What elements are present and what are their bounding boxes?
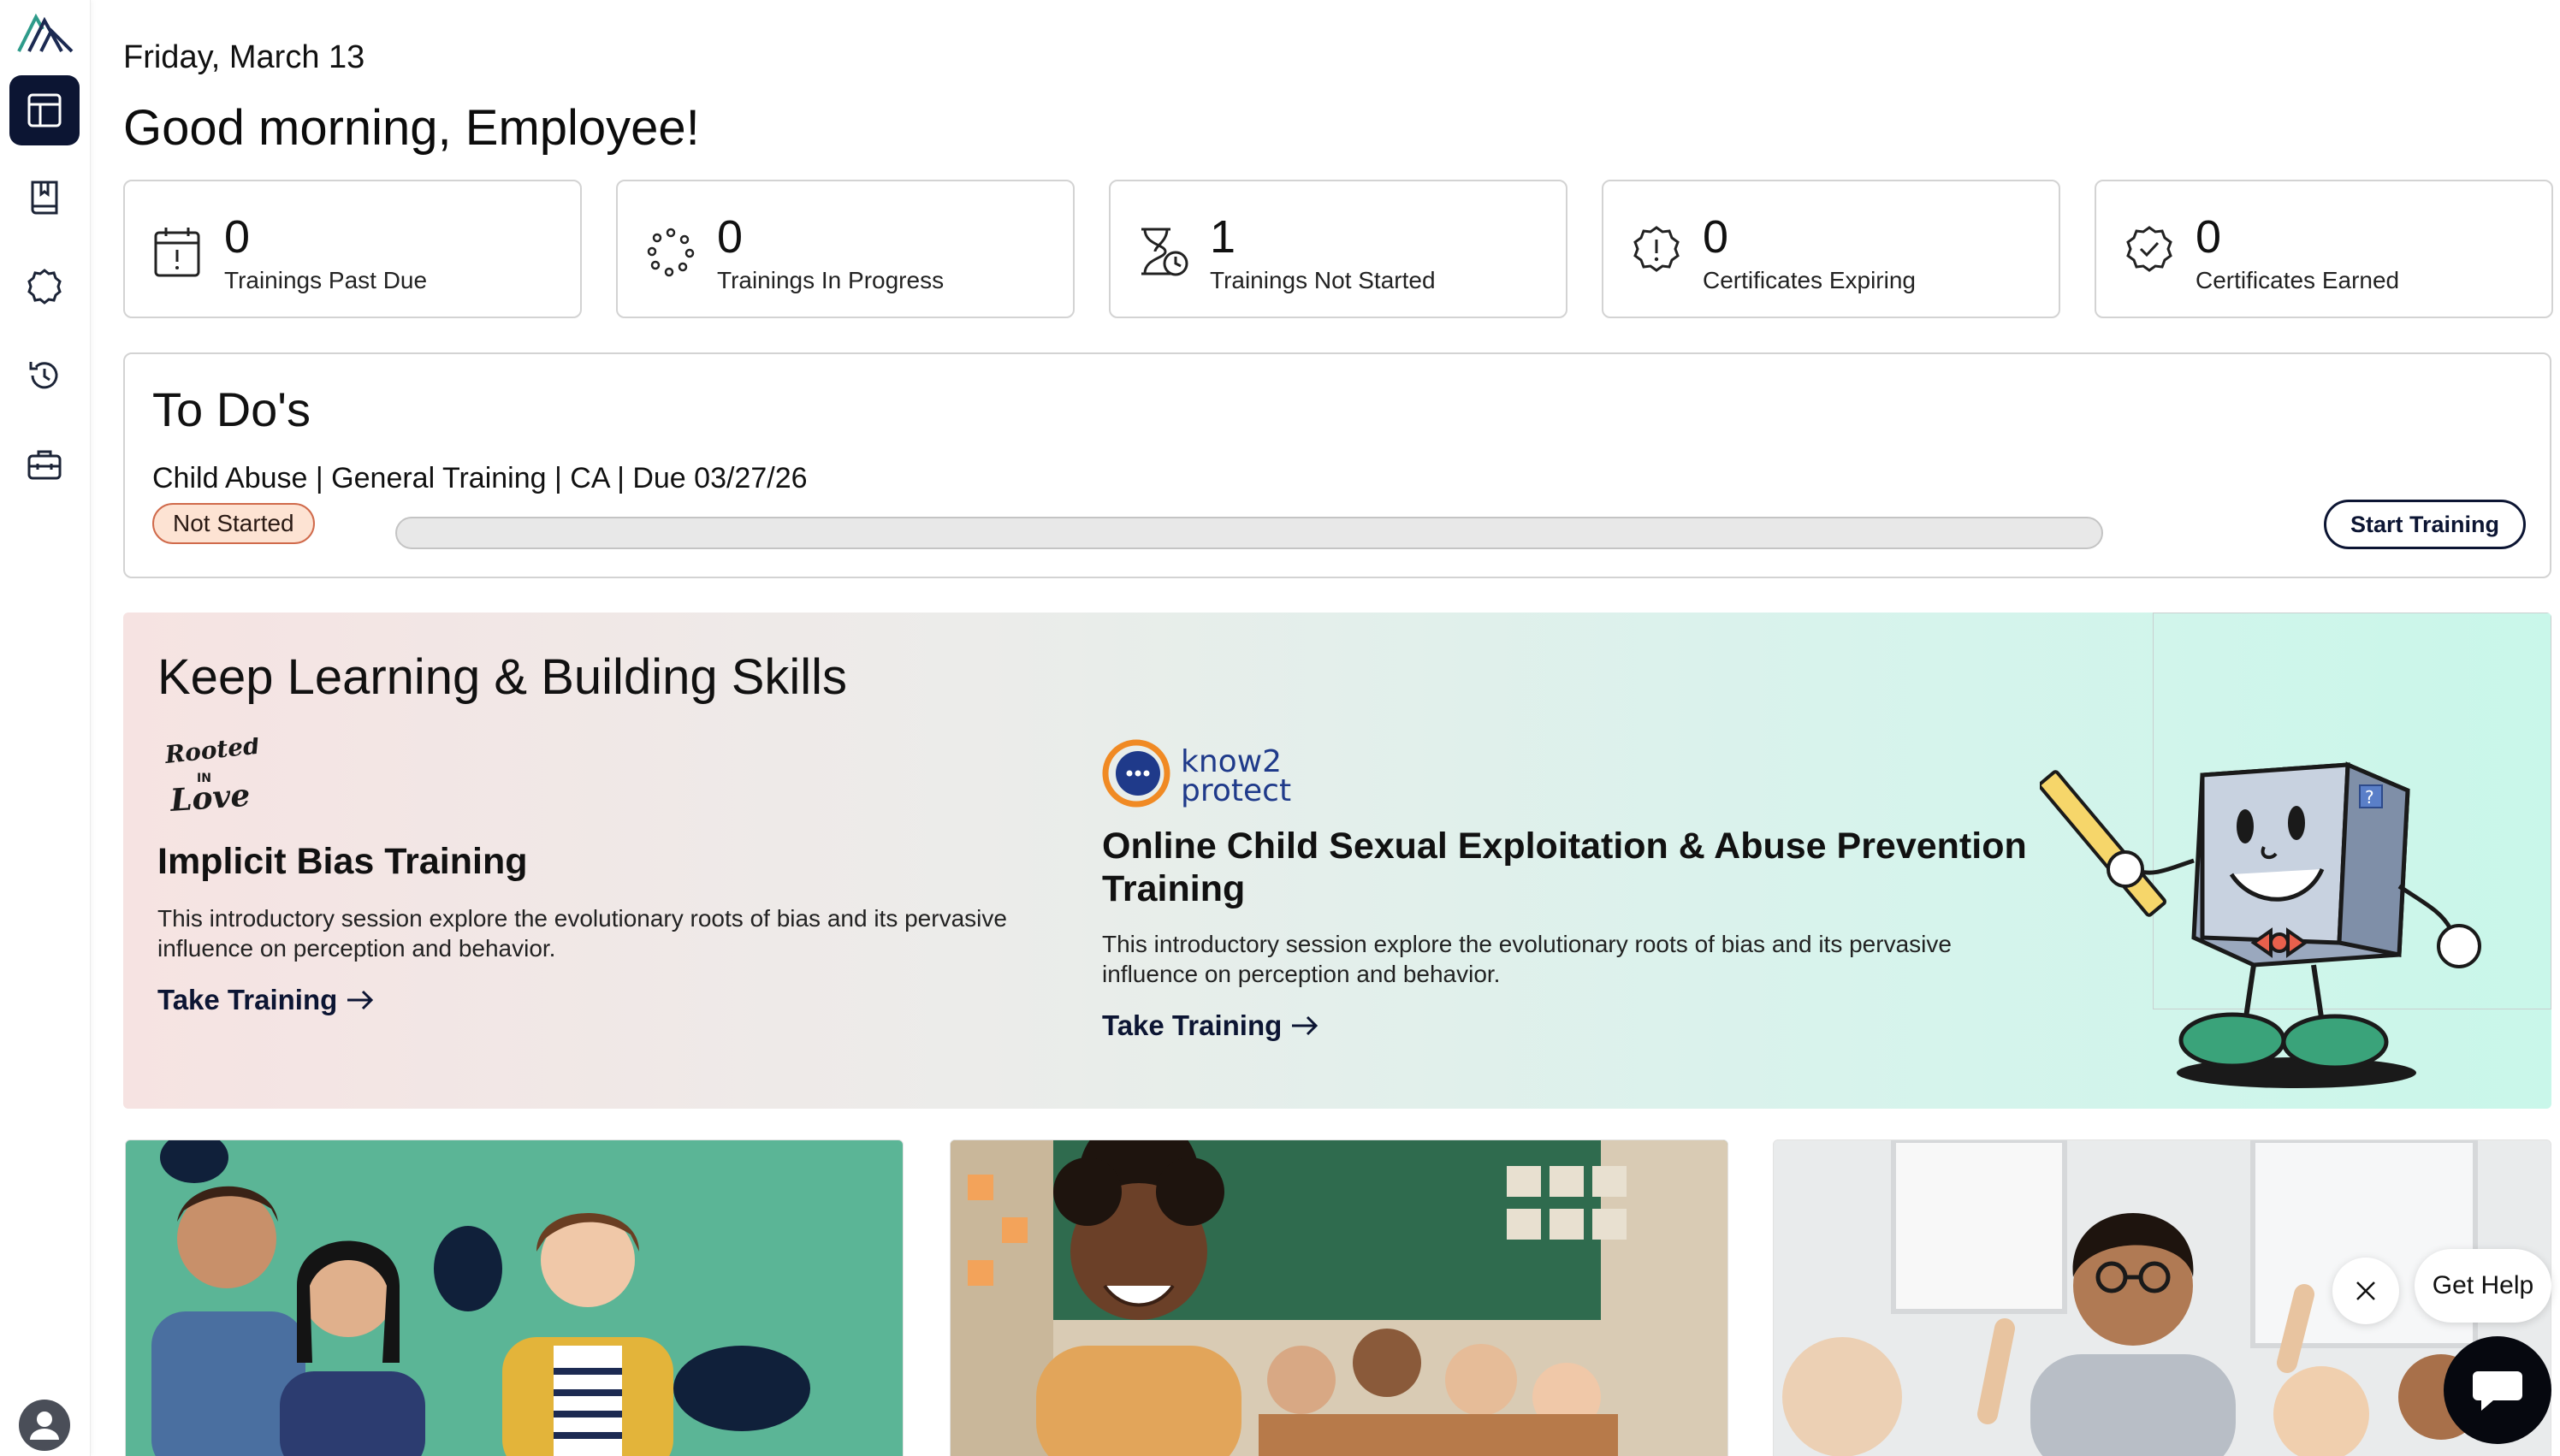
stat-card-certificates-earned[interactable]: 0 Certificates Earned [2095,180,2553,318]
course-description: This introductory session explore the ev… [157,905,1007,962]
training-progress-bar [395,517,2103,549]
sidebar-item-toolbox[interactable] [9,429,80,500]
sidebar-item-dashboard[interactable] [9,75,80,145]
close-icon [2356,1281,2375,1300]
sidebar-item-library[interactable] [9,163,80,233]
greeting-heading: Good morning, Employee! [123,100,700,156]
rooted-in-love-logo: Rooted IN Love [163,737,261,819]
history-icon [29,362,58,389]
stat-label: Trainings In Progress [717,267,945,293]
current-date: Friday, March 13 [123,39,365,75]
stat-card-certificates-expiring[interactable]: 0 Certificates Expiring [1602,180,2060,318]
stat-label: Certificates Expiring [1703,267,1916,293]
arrow-right-icon [1292,1015,1319,1036]
stat-value: 0 [2196,211,2222,263]
stat-card-past-due[interactable]: 0 Trainings Past Due [123,180,582,318]
people-photo-illustration [151,1140,810,1456]
stat-value: 1 [1210,211,1236,263]
know2protect-logo: know2 protect [1102,739,1291,808]
badge-check-icon [2126,226,2172,272]
cube-mascot-illustration: ? [2040,761,2481,1088]
stat-label: Trainings Past Due [224,267,428,293]
dashboard-icon [27,93,62,127]
take-training-label: Take Training [157,984,338,1015]
course-title[interactable]: Online Child Sexual Exploitation & Abuse… [1102,825,2077,910]
arrow-right-icon [347,990,374,1010]
stat-value: 0 [224,211,251,263]
sidebar [0,0,91,1456]
hourglass-clock-icon [1141,228,1188,276]
take-training-link[interactable]: Take Training [1102,1009,1319,1042]
stat-value: 0 [1703,211,1729,263]
stat-card-not-started[interactable]: 1 Trainings Not Started [1109,180,1567,318]
status-badge: Not Started [152,503,315,544]
chat-icon [2473,1371,2522,1411]
take-training-label: Take Training [1102,1009,1283,1041]
todo-title: To Do's [152,382,311,436]
stat-value: 0 [717,211,744,263]
take-training-link[interactable]: Take Training [157,984,375,1016]
sidebar-item-history[interactable] [9,340,80,411]
svg-text:protect: protect [1181,773,1291,808]
learning-promo-banner: Keep Learning & Building Skills Rooted I… [123,613,2551,1109]
get-help-button[interactable]: Get Help [2415,1249,2551,1323]
help-close-button[interactable] [2332,1258,2399,1324]
classroom-photo-illustration [951,1140,1727,1456]
calendar-alert-icon [154,228,200,277]
svg-text:Love: Love [169,778,252,819]
badge-alert-icon [1633,226,1680,272]
toolbox-icon [27,450,62,480]
loading-dots-icon [647,228,695,277]
course-description: This introductory session explore the ev… [1102,931,1952,987]
stat-card-in-progress[interactable]: 0 Trainings In Progress [616,180,1075,318]
course-title[interactable]: Implicit Bias Training [157,840,1064,883]
stat-label: Certificates Earned [2196,267,2400,293]
course-card-image-1[interactable] [125,1139,904,1456]
sidebar-item-certificates[interactable] [9,252,80,322]
chat-launcher-button[interactable] [2444,1336,2551,1444]
todo-card: To Do's Child Abuse | General Training |… [123,352,2551,578]
badge-icon [27,269,62,305]
user-avatar[interactable] [19,1400,70,1451]
book-icon [31,181,58,215]
app-logo[interactable] [17,12,74,55]
svg-text:Rooted: Rooted [163,737,261,769]
todo-item-title[interactable]: Child Abuse | General Training | CA | Du… [152,462,808,495]
user-icon [30,1412,59,1440]
start-training-button[interactable]: Start Training [2324,500,2526,549]
mascot-flag-text: ? [2365,787,2374,808]
promo-title: Keep Learning & Building Skills [157,649,848,705]
course-card-image-2[interactable] [950,1139,1728,1456]
stat-label: Trainings Not Started [1210,267,1436,293]
